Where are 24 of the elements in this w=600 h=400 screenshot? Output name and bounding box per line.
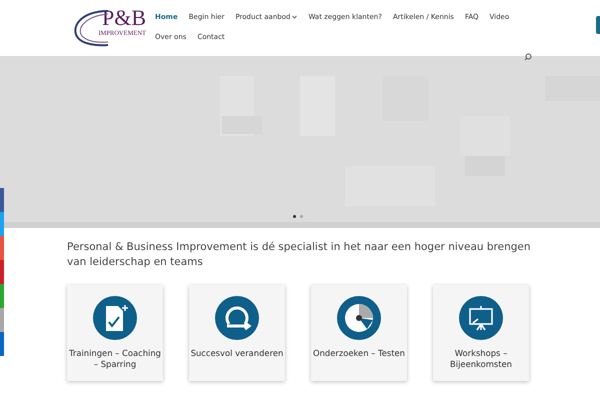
slider-dot[interactable] (300, 215, 303, 218)
service-card[interactable]: Onderzoeken – Testen (311, 285, 407, 381)
share-button[interactable] (0, 332, 4, 356)
header-button[interactable] (596, 16, 600, 34)
share-button[interactable] (0, 284, 4, 308)
share-button[interactable] (0, 188, 4, 212)
share-button[interactable] (0, 308, 4, 332)
card-title: Onderzoeken – Testen (312, 348, 406, 359)
card-title: Succesvol veranderen (190, 348, 284, 359)
logo-initials: P&B (102, 6, 146, 30)
slider-dot[interactable] (293, 215, 296, 218)
service-card[interactable]: Trainingen – Coaching – Sparring (67, 285, 163, 381)
share-button[interactable] (0, 236, 4, 260)
pie-chart-icon (337, 296, 381, 340)
search-icon[interactable] (524, 53, 532, 61)
presentation-board-icon (459, 296, 503, 340)
document-check-icon (93, 296, 137, 340)
intro-text: Personal & Business Improvement is dé specialist in het naar een hoger niveau brengen van leiderschap en teams (67, 240, 532, 270)
share-button[interactable] (0, 260, 4, 284)
card-title: Workshops – Bijeenkomsten (449, 348, 513, 370)
card-title: Trainingen – Coaching – Sparring (68, 348, 162, 370)
service-card[interactable]: Workshops – Bijeenkomsten (433, 285, 529, 381)
service-card[interactable]: Succesvol veranderen (189, 285, 285, 381)
share-button[interactable] (0, 212, 4, 236)
